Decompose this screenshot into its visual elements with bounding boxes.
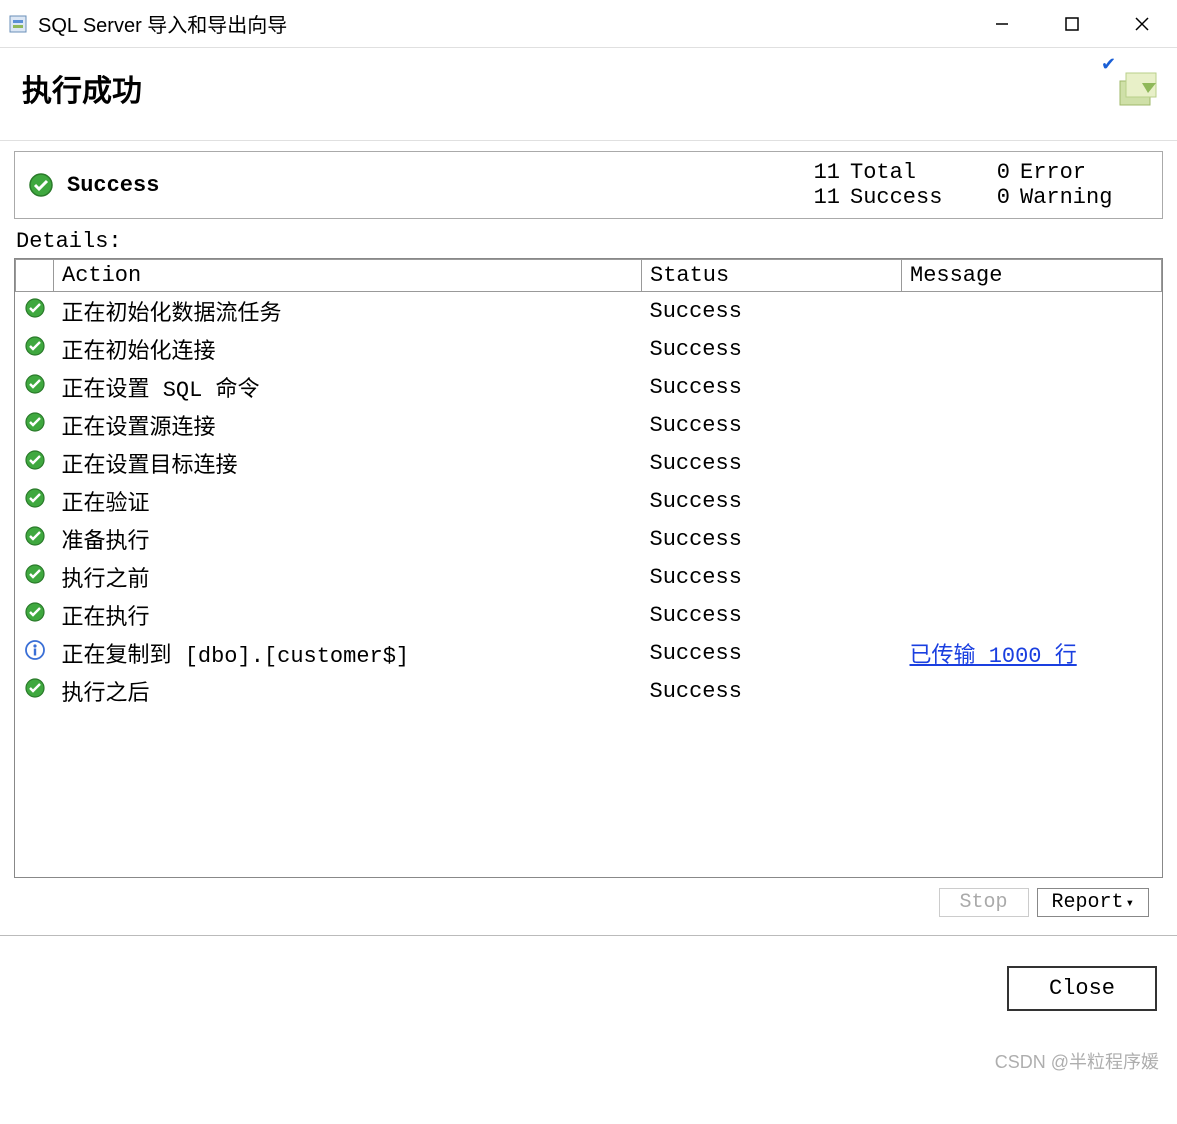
window-title: SQL Server 导入和导出向导	[38, 9, 967, 38]
cell-message	[902, 292, 1162, 331]
cell-message	[902, 596, 1162, 634]
error-count: 0	[980, 160, 1020, 185]
table-row[interactable]: 正在设置 SQL 命令Success	[16, 368, 1162, 406]
success-count: 11	[810, 185, 850, 210]
warning-count: 0	[980, 185, 1020, 210]
table-row[interactable]: 执行之前Success	[16, 558, 1162, 596]
success-icon	[16, 368, 54, 406]
cell-action: 执行之前	[54, 558, 642, 596]
table-row[interactable]: 正在复制到 [dbo].[customer$]Success 已传输 1000 行	[16, 634, 1162, 672]
cell-message: 已传输 1000 行	[902, 634, 1162, 672]
success-icon	[16, 672, 54, 710]
stop-button-label: Stop	[960, 891, 1008, 914]
dropdown-icon: ▾	[1126, 896, 1134, 912]
report-button-label: Report	[1052, 891, 1124, 914]
cell-message	[902, 520, 1162, 558]
column-icon[interactable]	[16, 260, 54, 292]
success-icon	[16, 406, 54, 444]
footer: Close	[0, 936, 1177, 1021]
cell-status: Success	[642, 406, 902, 444]
cell-message	[902, 444, 1162, 482]
cell-message	[902, 558, 1162, 596]
info-icon	[16, 634, 54, 672]
cell-status: Success	[642, 482, 902, 520]
summary-box: Success 11 Total 0 Error 11 Success 0 Wa…	[14, 151, 1163, 219]
cell-status: Success	[642, 520, 902, 558]
success-icon	[16, 596, 54, 634]
cell-status: Success	[642, 292, 902, 331]
cell-action: 正在复制到 [dbo].[customer$]	[54, 634, 642, 672]
cell-message	[902, 330, 1162, 368]
cell-action: 执行之后	[54, 672, 642, 710]
titlebar: SQL Server 导入和导出向导	[0, 0, 1177, 48]
maximize-button[interactable]	[1037, 0, 1107, 48]
table-row[interactable]: 准备执行Success	[16, 520, 1162, 558]
message-link[interactable]: 已传输 1000 行	[910, 644, 1077, 669]
details-label: Details:	[16, 229, 1163, 254]
minimize-button[interactable]	[967, 0, 1037, 48]
cell-status: Success	[642, 672, 902, 710]
cell-status: Success	[642, 558, 902, 596]
cell-action: 正在设置目标连接	[54, 444, 642, 482]
action-button-row: Stop Report▾	[14, 878, 1163, 925]
page-title: 执行成功	[22, 66, 1155, 110]
cell-action: 正在设置源连接	[54, 406, 642, 444]
app-icon	[8, 14, 28, 34]
table-row[interactable]: 正在初始化数据流任务Success	[16, 292, 1162, 331]
success-label: Success	[850, 185, 980, 210]
cell-message	[902, 368, 1162, 406]
success-icon	[16, 558, 54, 596]
check-icon: ✔	[1101, 54, 1116, 75]
close-dialog-button[interactable]: Close	[1007, 966, 1157, 1011]
watermark: CSDN @半粒程序媛	[995, 1048, 1159, 1074]
cell-status: Success	[642, 330, 902, 368]
cell-status: Success	[642, 596, 902, 634]
success-icon	[16, 330, 54, 368]
column-action[interactable]: Action	[54, 260, 642, 292]
details-grid[interactable]: Action Status Message 正在初始化数据流任务Success正…	[14, 258, 1163, 878]
report-button[interactable]: Report▾	[1037, 888, 1149, 917]
total-label: Total	[850, 160, 980, 185]
cell-message	[902, 672, 1162, 710]
table-row[interactable]: 正在初始化连接Success	[16, 330, 1162, 368]
cell-message	[902, 482, 1162, 520]
success-icon	[16, 292, 54, 331]
column-message[interactable]: Message	[902, 260, 1162, 292]
column-status[interactable]: Status	[642, 260, 902, 292]
table-row[interactable]: 执行之后Success	[16, 672, 1162, 710]
success-icon	[16, 444, 54, 482]
warning-label: Warning	[1020, 185, 1150, 210]
cell-message	[902, 406, 1162, 444]
table-row[interactable]: 正在执行Success	[16, 596, 1162, 634]
window-controls	[967, 0, 1177, 48]
close-button[interactable]	[1107, 0, 1177, 48]
cell-status: Success	[642, 444, 902, 482]
cell-action: 正在验证	[54, 482, 642, 520]
cell-action: 正在初始化连接	[54, 330, 642, 368]
cell-action: 正在执行	[54, 596, 642, 634]
success-icon	[27, 171, 55, 199]
table-row[interactable]: 正在验证Success	[16, 482, 1162, 520]
stop-button: Stop	[939, 888, 1029, 917]
wizard-header: 执行成功 ✔	[0, 48, 1177, 141]
table-row[interactable]: 正在设置源连接Success	[16, 406, 1162, 444]
cell-status: Success	[642, 368, 902, 406]
total-count: 11	[810, 160, 850, 185]
error-label: Error	[1020, 160, 1150, 185]
wizard-image: ✔	[1107, 58, 1167, 118]
cell-action: 正在设置 SQL 命令	[54, 368, 642, 406]
table-row[interactable]: 正在设置目标连接Success	[16, 444, 1162, 482]
cell-action: 正在初始化数据流任务	[54, 292, 642, 331]
success-icon	[16, 520, 54, 558]
cell-status: Success	[642, 634, 902, 672]
success-icon	[16, 482, 54, 520]
overall-status: Success	[67, 173, 159, 198]
cell-action: 准备执行	[54, 520, 642, 558]
